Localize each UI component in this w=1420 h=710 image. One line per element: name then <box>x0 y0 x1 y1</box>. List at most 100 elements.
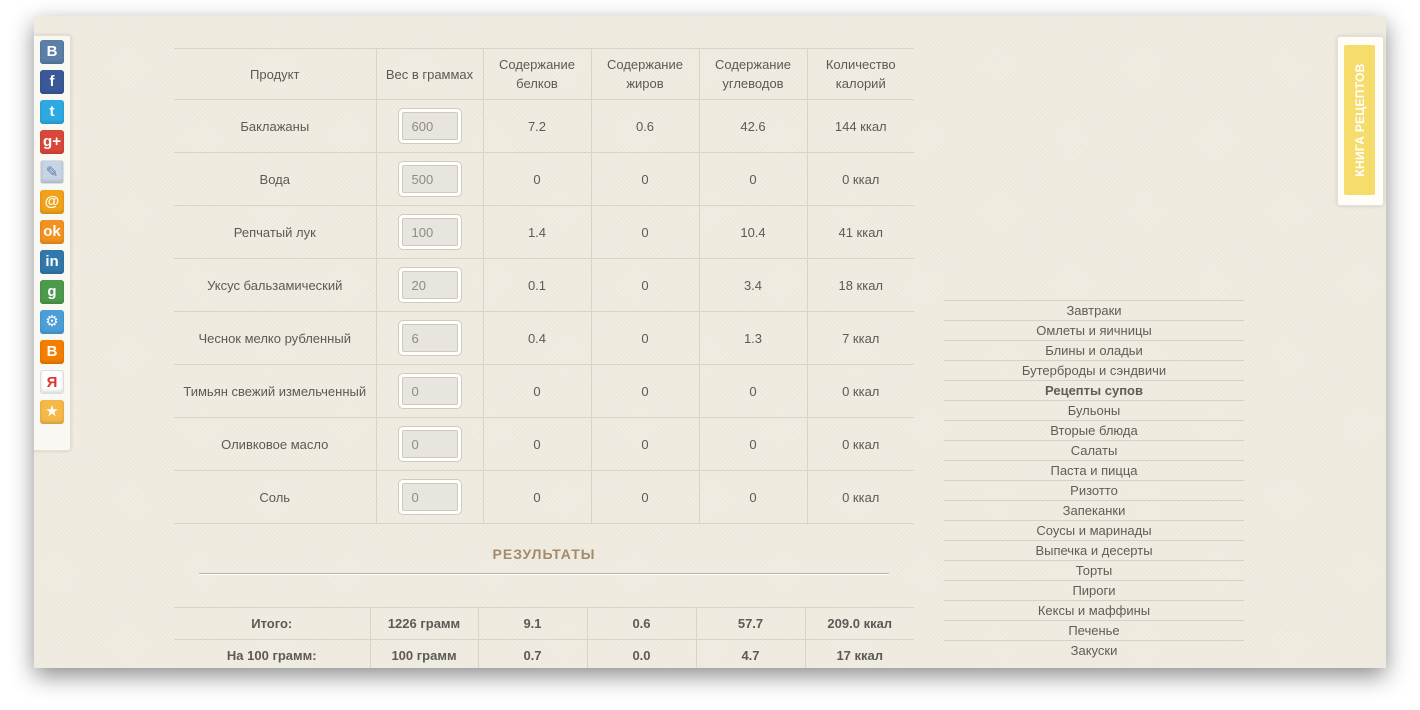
weight-input[interactable]: 0 <box>397 373 462 409</box>
calories-value: 7 ккал <box>807 311 914 365</box>
weight-input[interactable]: 0 <box>397 479 462 515</box>
header-calories: Количество калорий <box>807 48 914 100</box>
carbs-value: 0 <box>699 417 808 471</box>
weight-cell: 600 <box>376 99 484 153</box>
weight-cell: 20 <box>376 258 484 312</box>
weight-cell: 0 <box>376 364 484 418</box>
yandex-icon[interactable]: Я <box>40 370 64 394</box>
fat-value: 0 <box>591 417 700 471</box>
protein-value: 0 <box>483 152 592 206</box>
weight-value[interactable]: 600 <box>401 112 458 140</box>
results-weight: 1226 грамм <box>370 607 479 640</box>
protein-value: 0.1 <box>483 258 592 312</box>
category-link[interactable]: Рецепты супов <box>944 380 1244 400</box>
recipe-book-tab[interactable]: КНИГА РЕЦЕПТОВ <box>1337 36 1384 206</box>
page-window: Bf t g+ ✎ @ ok in g ⚙ B Я ★ КНИГА РЕЦЕПТОВ Продукт … <box>34 16 1386 668</box>
category-link[interactable]: Омлеты и яичницы <box>944 320 1244 340</box>
weight-cell: 100 <box>376 205 484 259</box>
results-calories: 17 ккал <box>805 639 914 668</box>
results-weight: 100 грамм <box>370 639 479 668</box>
fat-value: 0 <box>591 205 700 259</box>
recipe-book-tab-label: КНИГА РЕЦЕПТОВ <box>1352 63 1367 177</box>
weight-cell: 0 <box>376 417 484 471</box>
calories-value: 0 ккал <box>807 470 914 524</box>
weight-value[interactable]: 0 <box>401 430 458 458</box>
category-link[interactable]: Запеканки <box>944 500 1244 520</box>
category-link[interactable]: Бутерброды и сэндвичи <box>944 360 1244 380</box>
protein-value: 0 <box>483 417 592 471</box>
vk-icon[interactable]: B <box>40 40 64 64</box>
recipe-book-tab-button[interactable]: КНИГА РЕЦЕПТОВ <box>1344 45 1375 195</box>
protein-value: 0 <box>483 470 592 524</box>
category-link[interactable]: Паста и пицца <box>944 460 1244 480</box>
results-fat: 0.0 <box>587 639 697 668</box>
weight-input[interactable]: 500 <box>397 161 462 197</box>
header-product: Продукт <box>174 48 377 100</box>
weight-value[interactable]: 20 <box>401 271 458 299</box>
category-link[interactable]: Кексы и маффины <box>944 600 1244 620</box>
product-name: Чеснок мелко рубленный <box>174 311 377 365</box>
product-row: Соль 0 0 0 0 0 ккал <box>174 470 914 524</box>
twitter-icon[interactable]: t <box>40 100 64 124</box>
results-row: Итого: 1226 грамм 9.1 0.6 57.7 209.0 ккал <box>174 607 914 640</box>
mail-ru-icon[interactable]: @ <box>40 190 64 214</box>
results-protein: 9.1 <box>478 607 588 640</box>
calories-value: 41 ккал <box>807 205 914 259</box>
product-row: Репчатый лук 100 1.4 0 10.4 41 ккал <box>174 205 914 259</box>
category-link[interactable]: Бульоны <box>944 400 1244 420</box>
protein-value: 0 <box>483 364 592 418</box>
weight-value[interactable]: 6 <box>401 324 458 352</box>
protein-value: 0.4 <box>483 311 592 365</box>
results-heading: РЕЗУЛЬТАТЫ <box>492 546 596 562</box>
weight-input[interactable]: 100 <box>397 214 462 250</box>
livejournal-icon[interactable]: ✎ <box>40 160 64 184</box>
weight-value[interactable]: 100 <box>401 218 458 246</box>
product-name: Тимьян свежий измельченный <box>174 364 377 418</box>
category-link[interactable]: Салаты <box>944 440 1244 460</box>
weight-value[interactable]: 0 <box>401 483 458 511</box>
category-link[interactable]: Печенье <box>944 620 1244 640</box>
calories-value: 144 ккал <box>807 99 914 153</box>
product-row: Тимьян свежий измельченный 0 0 0 0 0 ккал <box>174 364 914 418</box>
results-protein: 0.7 <box>478 639 588 668</box>
odnoklassniki-icon[interactable]: ok <box>40 220 64 244</box>
weight-value[interactable]: 0 <box>401 377 458 405</box>
product-name: Вода <box>174 152 377 206</box>
fat-value: 0 <box>591 258 700 312</box>
google-bookmarks-icon[interactable]: g <box>40 280 64 304</box>
weight-input[interactable]: 0 <box>397 426 462 462</box>
product-name: Соль <box>174 470 377 524</box>
weight-input[interactable]: 6 <box>397 320 462 356</box>
weight-input[interactable]: 600 <box>397 108 462 144</box>
weight-input[interactable]: 20 <box>397 267 462 303</box>
category-link[interactable]: Ризотто <box>944 480 1244 500</box>
carbs-value: 3.4 <box>699 258 808 312</box>
category-link[interactable]: Вторые блюда <box>944 420 1244 440</box>
weight-value[interactable]: 500 <box>401 165 458 193</box>
category-link[interactable]: Соусы и маринады <box>944 520 1244 540</box>
favorites-icon[interactable]: ★ <box>40 400 64 424</box>
weight-cell: 500 <box>376 152 484 206</box>
blogger-icon[interactable]: B <box>40 340 64 364</box>
protein-value: 1.4 <box>483 205 592 259</box>
protein-value: 7.2 <box>483 99 592 153</box>
settings-icon[interactable]: ⚙ <box>40 310 64 334</box>
category-link[interactable]: Блины и оладьи <box>944 340 1244 360</box>
category-link[interactable]: Завтраки <box>944 300 1244 320</box>
fat-value: 0 <box>591 152 700 206</box>
results-fat: 0.6 <box>587 607 697 640</box>
facebook-icon[interactable]: f <box>40 70 64 94</box>
category-link[interactable]: Выпечка и десерты <box>944 540 1244 560</box>
product-name: Оливковое масло <box>174 417 377 471</box>
category-link[interactable]: Пироги <box>944 580 1244 600</box>
linkedin-icon[interactable]: in <box>40 250 64 274</box>
category-link[interactable]: Торты <box>944 560 1244 580</box>
calories-value: 18 ккал <box>807 258 914 312</box>
calories-value: 0 ккал <box>807 417 914 471</box>
google-plus-icon[interactable]: g+ <box>40 130 64 154</box>
carbs-value: 0 <box>699 470 808 524</box>
results-table: Итого: 1226 грамм 9.1 0.6 57.7 209.0 ккал На 1… <box>174 607 914 668</box>
category-link[interactable]: Закуски <box>944 640 1244 660</box>
product-row: Уксус бальзамический 20 0.1 0 3.4 18 ккал <box>174 258 914 312</box>
fat-value: 0 <box>591 470 700 524</box>
